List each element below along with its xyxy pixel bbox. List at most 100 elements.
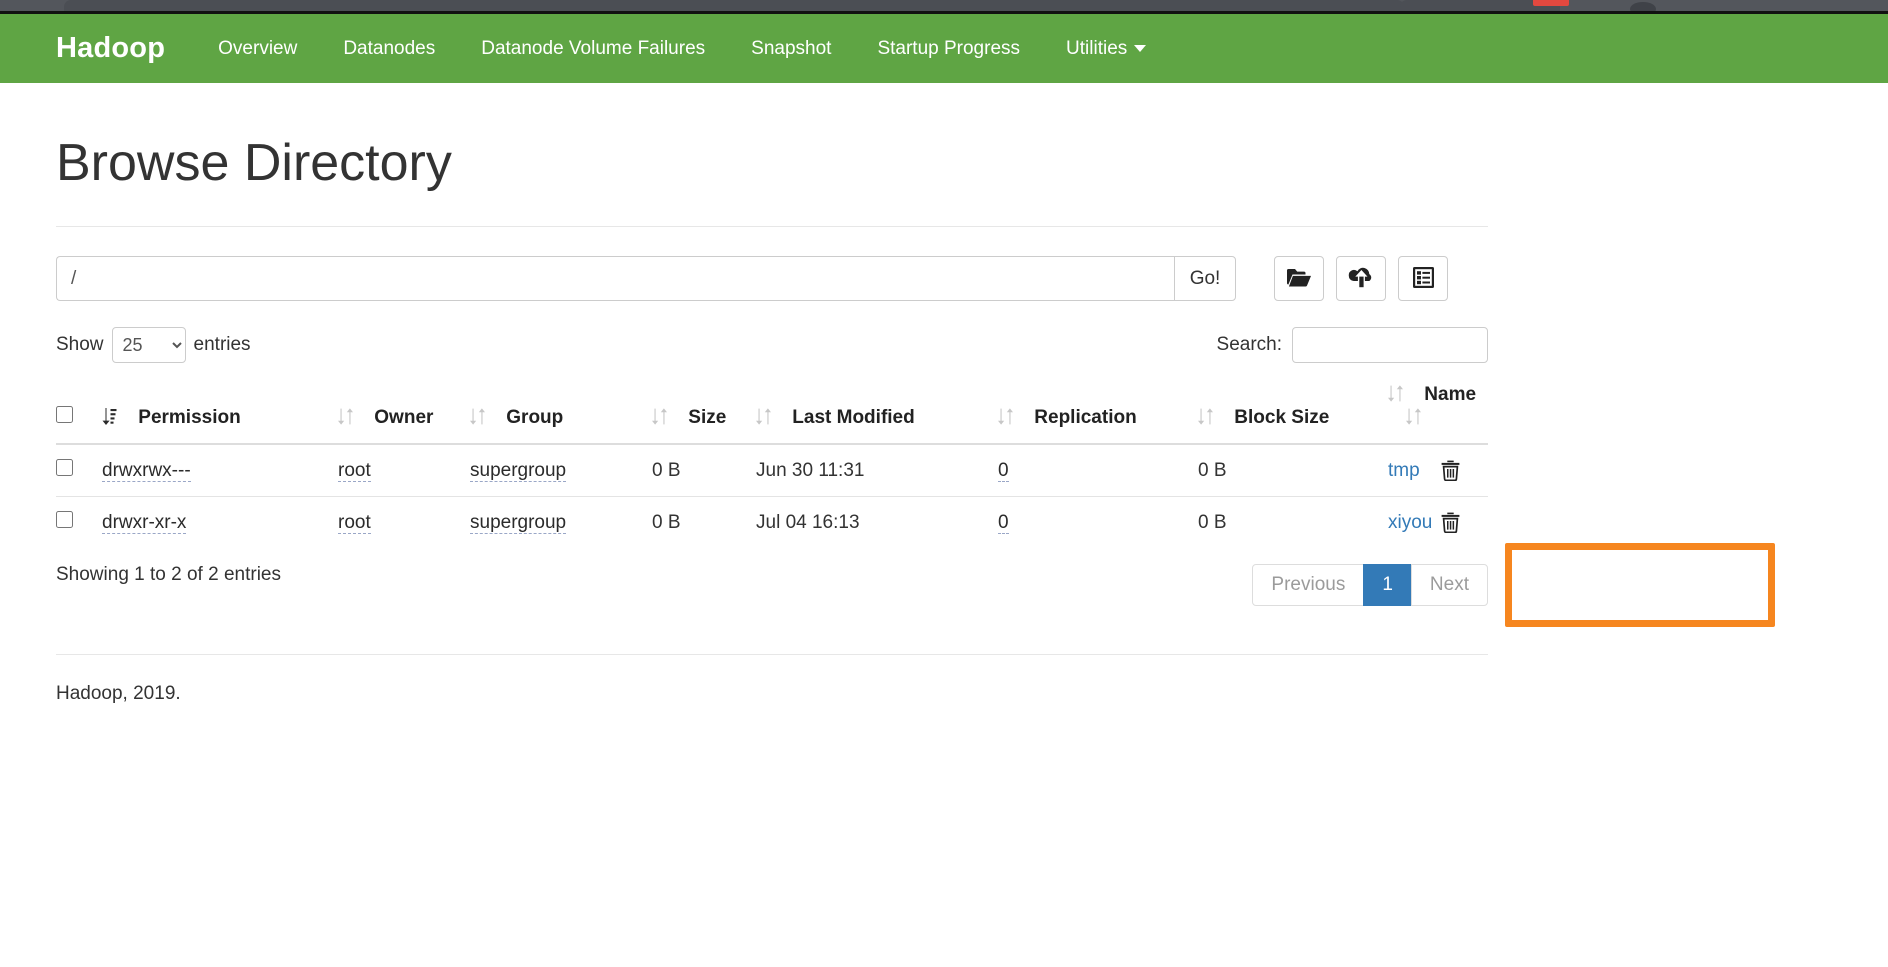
th-permission[interactable]: Permission	[102, 377, 338, 446]
sort-desc-icon	[102, 408, 117, 431]
browser-tab-active[interactable]	[64, 0, 1404, 11]
brand-hadoop[interactable]: Hadoop	[56, 32, 165, 65]
entries-label: entries	[193, 334, 251, 356]
browser-avatar-icon[interactable]	[1630, 2, 1656, 11]
cell-size: 0 B	[652, 444, 756, 498]
cell-group: supergroup	[470, 444, 652, 498]
cell-owner: root	[338, 444, 470, 498]
row-checkbox[interactable]	[56, 511, 73, 529]
browser-chrome-strip	[0, 0, 1888, 11]
pagination-next[interactable]: Next	[1410, 564, 1488, 607]
trash-icon	[1441, 512, 1460, 536]
owner-value[interactable]: root	[338, 459, 371, 482]
sort-both-icon	[470, 408, 485, 431]
sort-both-icon	[998, 408, 1013, 431]
cell-replication: 0	[998, 444, 1198, 498]
table-body: drwxrwx--- root supergroup 0 B Jun 30 11…	[56, 444, 1488, 548]
pagination-page-1[interactable]: 1	[1363, 564, 1412, 607]
th-permission-label: Permission	[138, 407, 241, 429]
delete-button[interactable]	[1441, 460, 1460, 484]
file-name-link[interactable]: xiyou	[1388, 512, 1432, 534]
group-value[interactable]: supergroup	[470, 459, 567, 482]
path-input-group: Go!	[56, 256, 1236, 302]
pagination-previous[interactable]: Previous	[1252, 564, 1365, 607]
path-bar-row: Go!	[56, 256, 1488, 302]
th-select-all	[56, 377, 102, 446]
th-group-label: Group	[506, 407, 564, 429]
nav-datanode-volume-failures[interactable]: Datanode Volume Failures	[458, 38, 728, 60]
cell-name: tmp	[1388, 444, 1488, 498]
main-navbar: Hadoop Overview Datanodes Datanode Volum…	[0, 14, 1888, 83]
row-checkbox[interactable]	[56, 459, 73, 477]
th-last-modified[interactable]: Last Modified	[756, 377, 998, 446]
upload-icon	[1348, 266, 1375, 291]
cell-size: 0 B	[652, 511, 681, 533]
cell-group: supergroup	[470, 497, 652, 549]
delete-button[interactable]	[1441, 512, 1460, 536]
th-name[interactable]: Name	[1388, 377, 1488, 446]
table-head: Permission Owner Group Size Last Modifie…	[56, 377, 1488, 446]
th-name-label: Name	[1424, 384, 1477, 406]
th-group[interactable]: Group	[470, 377, 652, 446]
row-select-cell	[56, 444, 102, 498]
upload-button[interactable]	[1336, 256, 1386, 302]
search-input[interactable]	[1292, 327, 1488, 364]
nav-datanodes[interactable]: Datanodes	[320, 38, 458, 60]
replication-value[interactable]: 0	[998, 511, 1009, 534]
show-entries-control: Show 25 50 100 entries	[56, 327, 251, 364]
cell-block-size: 0 B	[1198, 511, 1227, 533]
th-block-size-label: Block Size	[1234, 407, 1330, 429]
permission-value[interactable]: drwxrwx---	[102, 459, 191, 482]
new-directory-icon	[1286, 266, 1312, 291]
group-value[interactable]: supergroup	[470, 511, 567, 534]
cell-permission: drwxrwx---	[102, 444, 338, 498]
cell-name: xiyou	[1388, 497, 1488, 549]
owner-value[interactable]: root	[338, 511, 371, 534]
sort-both-icon	[1388, 385, 1403, 408]
nav-overview[interactable]: Overview	[195, 38, 320, 60]
title-divider	[56, 226, 1488, 228]
th-replication-label: Replication	[1034, 407, 1137, 429]
new-directory-button[interactable]	[1274, 256, 1324, 302]
table-info: Showing 1 to 2 of 2 entries	[56, 564, 281, 586]
permission-value[interactable]: drwxr-xr-x	[102, 511, 187, 534]
search-label: Search:	[1216, 334, 1282, 356]
table-row[interactable]: drwxr-xr-x root supergroup 0 B Jul 04 16…	[56, 497, 1488, 549]
nav-utilities[interactable]: Utilities	[1043, 38, 1169, 60]
table-header-row: Permission Owner Group Size Last Modifie…	[56, 377, 1488, 446]
go-button[interactable]: Go!	[1174, 256, 1236, 302]
cell-replication: 0	[998, 497, 1198, 549]
th-owner-label: Owner	[374, 407, 434, 429]
table-row[interactable]: drwxrwx--- root supergroup 0 B Jun 30 11…	[56, 444, 1488, 498]
page-container: Browse Directory Go!	[56, 83, 1488, 705]
th-size[interactable]: Size	[652, 377, 756, 446]
page-length-select[interactable]: 25 50 100	[111, 327, 186, 364]
browser-record-indicator	[1533, 0, 1569, 6]
chevron-down-icon	[1134, 44, 1147, 52]
replication-value[interactable]: 0	[998, 459, 1009, 482]
sort-both-icon	[338, 408, 353, 431]
highlight-annotation-box	[1505, 543, 1775, 627]
sort-both-icon	[1198, 408, 1213, 431]
search-control: Search:	[1216, 327, 1488, 364]
page-title: Browse Directory	[56, 134, 452, 192]
directory-path-input[interactable]	[56, 256, 1174, 302]
th-size-label: Size	[688, 407, 727, 429]
table-controls: Show 25 50 100 entries Search:	[56, 327, 1488, 364]
trash-icon	[1441, 460, 1460, 484]
pagination: Previous 1 Next	[1252, 564, 1488, 607]
cut-paste-button[interactable]	[1398, 256, 1448, 302]
select-all-checkbox[interactable]	[56, 406, 73, 424]
cell-owner: root	[338, 497, 470, 549]
cell-permission: drwxr-xr-x	[102, 497, 338, 549]
file-name-link[interactable]: tmp	[1388, 460, 1420, 482]
th-replication[interactable]: Replication	[998, 377, 1198, 446]
nav-startup-progress[interactable]: Startup Progress	[854, 38, 1043, 60]
nav-snapshot[interactable]: Snapshot	[728, 38, 854, 60]
footer-copyright: Hadoop, 2019.	[56, 683, 181, 705]
path-tool-buttons	[1274, 256, 1448, 302]
th-block-size[interactable]: Block Size	[1198, 377, 1388, 446]
th-last-modified-label: Last Modified	[792, 407, 915, 429]
th-owner[interactable]: Owner	[338, 377, 470, 446]
cell-block-size: 0 B	[1198, 444, 1388, 498]
